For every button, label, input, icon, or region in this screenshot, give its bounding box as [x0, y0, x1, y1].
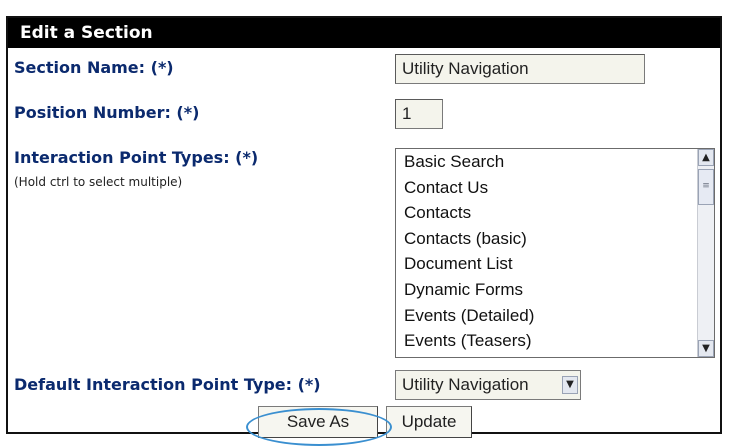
list-option[interactable]: Contacts (basic) [396, 226, 698, 252]
list-option[interactable]: Document List [396, 251, 698, 277]
update-button[interactable]: Update [386, 406, 472, 438]
panel-header: Edit a Section [8, 18, 720, 48]
list-option[interactable]: Contacts [396, 200, 698, 226]
scroll-thumb-grip-icon: ≡ [702, 181, 710, 191]
default-interaction-point-type-label: Default Interaction Point Type: (*) [14, 375, 321, 394]
section-name-input[interactable]: Utility Navigation [395, 54, 645, 84]
multi-select-hint: (Hold ctrl to select multiple) [14, 175, 183, 189]
scroll-up-arrow-icon[interactable]: ▲ [698, 149, 714, 166]
position-number-input[interactable]: 1 [395, 99, 443, 129]
listbox-options: Basic Search Contact Us Contacts Contact… [396, 149, 698, 354]
scroll-thumb[interactable]: ≡ [698, 169, 714, 205]
interaction-point-types-label: Interaction Point Types: (*) [14, 148, 259, 167]
interaction-point-types-listbox[interactable]: Basic Search Contact Us Contacts Contact… [395, 148, 715, 358]
list-option[interactable]: Basic Search [396, 149, 698, 175]
listbox-scrollbar[interactable]: ▲ ≡ ▼ [697, 149, 714, 357]
scroll-down-arrow-icon[interactable]: ▼ [698, 340, 714, 357]
edit-section-panel: Edit a Section Section Name: (*) Utility… [6, 16, 722, 446]
list-option[interactable]: Events (Teasers) [396, 328, 698, 354]
list-option[interactable]: Contact Us [396, 175, 698, 201]
default-interaction-point-type-select[interactable]: Utility Navigation ▼ [395, 370, 581, 400]
section-name-label: Section Name: (*) [14, 58, 174, 77]
list-option[interactable]: Dynamic Forms [396, 277, 698, 303]
chevron-down-icon[interactable]: ▼ [562, 376, 578, 394]
position-number-label: Position Number: (*) [14, 103, 200, 122]
list-option[interactable]: Events (Detailed) [396, 303, 698, 329]
select-value: Utility Navigation [402, 375, 529, 394]
save-as-button[interactable]: Save As [258, 406, 378, 438]
